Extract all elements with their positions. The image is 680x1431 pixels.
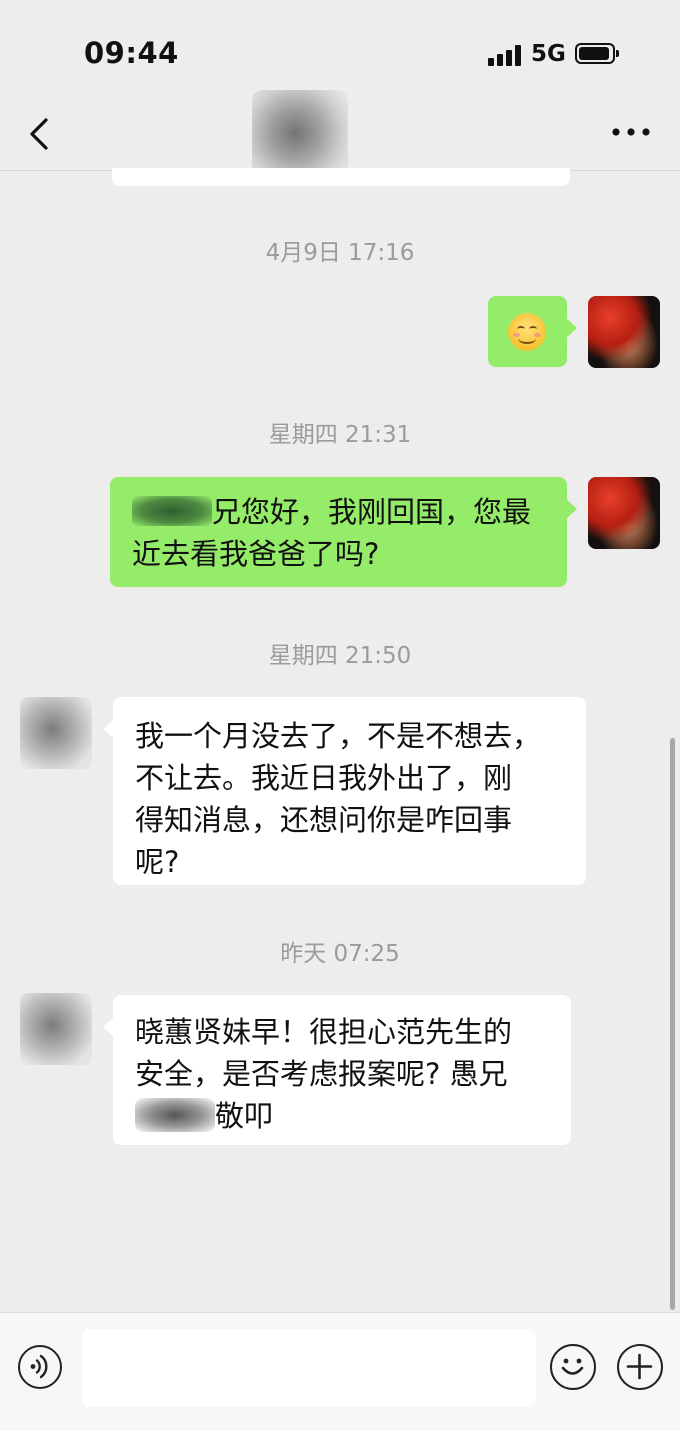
my-avatar[interactable] [588, 296, 660, 368]
redacted-name [135, 1098, 215, 1132]
message-input[interactable] [82, 1329, 536, 1407]
message-timestamp: 星期四 21:31 [268, 422, 412, 448]
chat-header [0, 90, 680, 176]
message-line: 敬叩 [135, 1095, 549, 1137]
message-line: 不让去。我近日我外出了，刚 [135, 761, 513, 795]
message-timestamp: 昨天 07:25 [280, 941, 400, 967]
plus-icon[interactable] [617, 1344, 663, 1390]
message-line: 安全，是否考虑报案呢? 愚兄 [135, 1057, 508, 1091]
battery-icon [575, 43, 619, 64]
outgoing-message-bubble[interactable] [488, 296, 577, 367]
chat-title-redacted [252, 90, 348, 176]
incoming-message-bubble[interactable]: 我一个月没去了，不是不想去， 不让去。我近日我外出了，刚 得知消息，还想问你是咋… [103, 697, 586, 885]
message-line: 兄您好，我刚回国，您最 [132, 491, 545, 533]
emoji-icon[interactable] [550, 1344, 596, 1390]
network-label: 5G [531, 41, 566, 67]
message-line: 近去看我爸爸了吗? [132, 537, 380, 571]
back-chevron-icon[interactable] [22, 110, 62, 158]
contact-avatar[interactable] [20, 697, 92, 769]
message-timestamp: 星期四 21:50 [268, 643, 412, 669]
voice-icon[interactable] [18, 1345, 62, 1389]
signal-icon [488, 44, 524, 66]
status-bar: 09:44 5G [0, 0, 680, 100]
input-bar [0, 1312, 680, 1431]
previous-message-bubble [112, 168, 570, 186]
redacted-name [132, 496, 212, 526]
message-timestamp: 4月9日 17:16 [265, 240, 415, 266]
contact-avatar[interactable] [20, 993, 92, 1065]
status-time: 09:44 [84, 36, 179, 70]
outgoing-message-bubble[interactable]: 兄您好，我刚回国，您最 近去看我爸爸了吗? [110, 477, 577, 587]
message-line: 晓蕙贤妹早！很担心范先生的 [135, 1015, 513, 1049]
my-avatar[interactable] [588, 477, 660, 549]
message-line: 得知消息，还想问你是咋回事 [135, 803, 513, 837]
scrollbar[interactable] [670, 738, 675, 1310]
more-icon[interactable] [608, 114, 654, 150]
smiling-emoji-icon [508, 313, 546, 351]
message-line: 呢? [135, 845, 180, 879]
incoming-message-bubble[interactable]: 晓蕙贤妹早！很担心范先生的 安全，是否考虑报案呢? 愚兄 敬叩 [103, 995, 571, 1145]
message-line: 我一个月没去了，不是不想去， [135, 719, 542, 753]
